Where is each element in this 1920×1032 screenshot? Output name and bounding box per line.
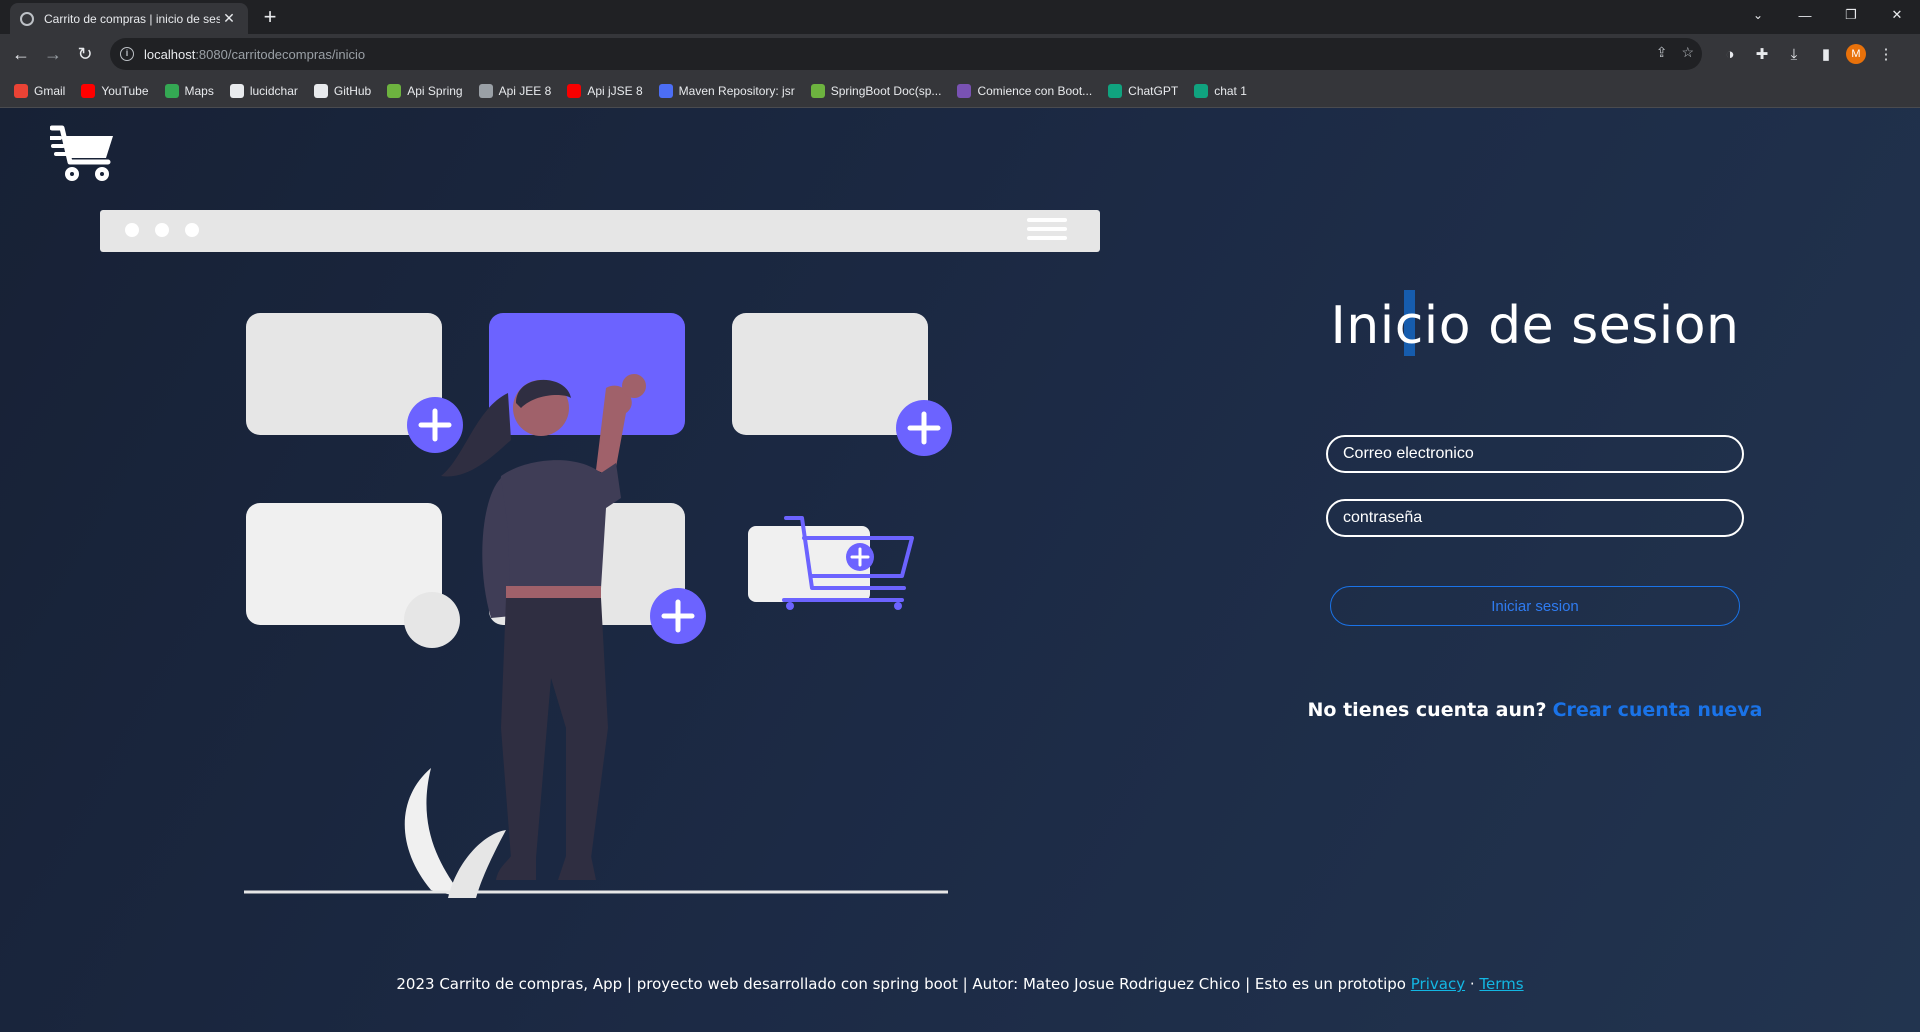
footer-separator: · <box>1469 975 1475 993</box>
bookmark-item[interactable]: Api jJSE 8 <box>567 83 643 98</box>
maps-icon <box>164 83 179 98</box>
bookmark-item[interactable]: SpringBoot Doc(sp... <box>810 83 942 98</box>
gmail-icon <box>14 83 28 98</box>
illustration-browser-bar <box>100 210 1100 252</box>
no-account-text: No tienes cuenta aun? <box>1307 699 1547 721</box>
illustration-circle <box>404 592 460 648</box>
signup-prompt: No tienes cuenta aun? Crear cuenta nueva <box>1290 699 1780 721</box>
illustration-dot <box>155 223 169 237</box>
bookmark-item[interactable]: GitHub <box>313 83 372 98</box>
new-tab-button[interactable]: + <box>256 4 284 32</box>
minimize-icon[interactable]: — <box>1782 0 1828 30</box>
spring-icon <box>810 83 825 98</box>
browser-tab[interactable]: Carrito de compras | inicio de sesion ✕ <box>10 3 248 34</box>
bookmark-star-icon[interactable]: ☆ <box>1681 44 1694 61</box>
bookmark-label: Api jJSE 8 <box>587 83 643 98</box>
illustration-plus-icon <box>407 397 463 453</box>
github-icon <box>313 83 328 98</box>
bookmark-item[interactable]: Maps <box>164 83 214 98</box>
close-window-icon[interactable]: ✕ <box>1874 0 1920 30</box>
tab-strip: Carrito de compras | inicio de sesion ✕ … <box>0 0 1920 34</box>
download-icon[interactable]: ⤓ <box>1782 39 1806 69</box>
tab-search-icon[interactable]: ⌄ <box>1744 4 1772 26</box>
login-button[interactable]: Iniciar sesion <box>1330 586 1740 626</box>
bookmark-label: Api Spring <box>407 83 463 98</box>
url-host: localhost <box>144 46 196 62</box>
share-icon[interactable]: ⇪ <box>1656 44 1668 61</box>
password-field[interactable] <box>1326 499 1744 537</box>
illustration-plus-icon <box>650 588 706 644</box>
illustration-dot <box>185 223 199 237</box>
bookmark-item[interactable]: Comience con Boot... <box>957 83 1093 98</box>
site-info-icon[interactable]: i <box>120 47 134 61</box>
chatgpt-icon <box>1108 83 1123 98</box>
terms-link[interactable]: Terms <box>1479 975 1523 993</box>
bookmark-label: Comience con Boot... <box>977 83 1093 98</box>
spring-icon <box>387 83 402 98</box>
bookmark-label: ChatGPT <box>1128 83 1179 98</box>
window-controls: — ❐ ✕ <box>1782 0 1920 30</box>
login-title: Inicio de sesion <box>1330 296 1740 356</box>
bookmark-item[interactable]: Api Spring <box>387 83 463 98</box>
extension-google-icon[interactable]: ◑ <box>1718 39 1742 69</box>
extensions-puzzle-icon[interactable]: ✚ <box>1750 39 1774 69</box>
bookmark-label: Gmail <box>34 83 66 98</box>
illustration-person <box>441 374 646 880</box>
bookmark-item[interactable]: Gmail <box>14 83 66 98</box>
bookmarks-bar: Gmail YouTube Maps lucidchar GitHub Api Sprin… <box>0 74 1920 108</box>
maven-icon <box>658 83 673 98</box>
address-bar[interactable]: i localhost:8080/carritodecompras/inicio… <box>110 38 1702 70</box>
bookmark-item[interactable]: Maven Repository: jsr <box>658 83 795 98</box>
bookmark-item[interactable]: ChatGPT <box>1108 83 1179 98</box>
reload-icon[interactable]: ↻ <box>70 39 100 69</box>
bookmark-item[interactable]: lucidchar <box>229 83 298 98</box>
side-panel-icon[interactable]: ▮ <box>1814 39 1838 69</box>
hero-illustration <box>100 210 1100 898</box>
restore-icon[interactable]: ❐ <box>1828 0 1874 30</box>
bookmark-item[interactable]: Api JEE 8 <box>478 83 552 98</box>
bookmark-label: chat 1 <box>1214 83 1247 98</box>
bookmark-label: SpringBoot Doc(sp... <box>830 83 942 98</box>
bookmark-item[interactable]: YouTube <box>81 83 149 98</box>
footer-text: 2023 Carrito de compras, App | proyecto … <box>396 975 1406 993</box>
bookmark-label: Api JEE 8 <box>498 83 552 98</box>
page-content: Inicio de sesion Iniciar sesion No tiene… <box>0 108 1920 1032</box>
bookmark-label: Maps <box>184 83 214 98</box>
bookmark-label: YouTube <box>101 83 149 98</box>
illustration-dot <box>125 223 139 237</box>
bootstrap-icon <box>957 83 972 98</box>
close-tab-icon[interactable]: ✕ <box>220 10 238 27</box>
bookmark-label: GitHub <box>333 83 372 98</box>
more-menu-icon[interactable]: ⋮ <box>1874 39 1898 69</box>
illustration-hamburger-icon <box>1027 218 1067 240</box>
lucidchart-icon <box>229 83 244 98</box>
globe-icon <box>478 83 493 98</box>
chatgpt-icon <box>1194 83 1209 98</box>
illustration-plus-icon <box>896 400 952 456</box>
oracle-icon <box>567 83 582 98</box>
shopping-cart-logo-icon[interactable] <box>50 122 116 182</box>
email-field[interactable] <box>1326 435 1744 473</box>
forward-icon[interactable]: → <box>38 39 68 69</box>
create-account-link[interactable]: Crear cuenta nueva <box>1553 699 1763 721</box>
back-icon[interactable]: ← <box>6 39 36 69</box>
page-footer: 2023 Carrito de compras, App | proyecto … <box>0 975 1920 993</box>
tab-title: Carrito de compras | inicio de sesion <box>44 11 220 26</box>
browser-toolbar: ← → ↻ i localhost:8080/carritodecompras/… <box>0 34 1920 74</box>
profile-avatar[interactable]: M <box>1846 44 1866 64</box>
privacy-link[interactable]: Privacy <box>1411 975 1465 993</box>
url-path: :8080/carritodecompras/inicio <box>195 46 366 62</box>
bookmark-item[interactable]: chat 1 <box>1194 83 1247 98</box>
bookmark-label: lucidchar <box>249 83 298 98</box>
bookmark-label: Maven Repository: jsr <box>678 83 795 98</box>
globe-icon <box>20 11 34 26</box>
youtube-icon <box>81 83 96 98</box>
